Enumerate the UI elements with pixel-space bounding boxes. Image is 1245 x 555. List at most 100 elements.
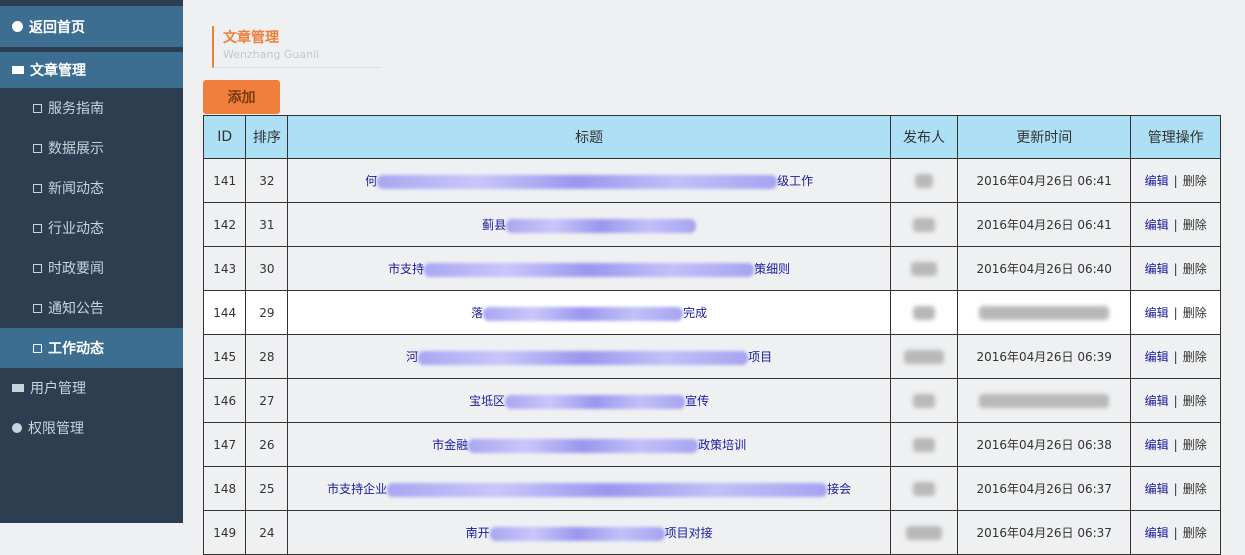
delete-link[interactable]: 删除 [1183, 174, 1207, 188]
main-content: 文章管理 Wenzhang Guanli 添加 ID 排序 标题 发布人 更新时… [183, 0, 1245, 555]
sidebar-item-label: 时政要闻 [48, 261, 104, 277]
article-title-link[interactable]: 市支持企业 接会 [327, 482, 852, 497]
sidebar-item-news[interactable]: 新闻动态 [0, 168, 183, 208]
cell-sort: 27 [245, 378, 289, 423]
cell-updated-text: 2016年04月26日 06:41 [976, 218, 1112, 232]
dashboard-icon [12, 21, 23, 32]
action-separator: | [1173, 218, 1178, 232]
title-end: 政策培训 [698, 438, 747, 452]
table-row: 145 28 河 项目 2016年04月26日 06:39 编辑 | 删除 [202, 334, 1221, 379]
cell-title: 何 级工作 [287, 158, 891, 203]
table-row: 144 29 落 完成 编辑 | 删除 [202, 290, 1221, 335]
square-bullet-icon [33, 143, 42, 153]
sidebar-item-politics[interactable]: 时政要闻 [0, 248, 183, 288]
action-separator: | [1173, 306, 1178, 320]
delete-link[interactable]: 删除 [1183, 482, 1207, 496]
redacted-time [979, 393, 1110, 408]
cell-publisher [889, 202, 959, 247]
edit-link[interactable]: 编辑 [1145, 394, 1169, 408]
redacted-title [424, 262, 755, 277]
title-end: 完成 [683, 306, 708, 320]
cell-sort: 30 [245, 246, 289, 291]
article-title-link[interactable]: 蓟县 [482, 218, 697, 233]
redacted-title [505, 394, 686, 409]
edit-link[interactable]: 编辑 [1145, 262, 1169, 276]
article-title-link[interactable]: 南开 项目对接 [466, 526, 713, 541]
edit-link[interactable]: 编辑 [1145, 174, 1169, 188]
article-title-link[interactable]: 河 项目 [406, 350, 772, 365]
table-row: 143 30 市支持 策细则 2016年04月26日 06:40 编辑 | 删除 [202, 246, 1221, 291]
delete-link[interactable]: 删除 [1183, 218, 1207, 232]
title-start: 落 [471, 306, 484, 320]
cell-updated-text: 2016年04月26日 06:37 [976, 482, 1112, 496]
cell-publisher [889, 246, 959, 291]
column-header-title: 标题 [287, 115, 891, 159]
sidebar-section-article[interactable]: 文章管理 [0, 52, 183, 88]
cell-id: 142 [202, 202, 247, 247]
cell-sort: 26 [245, 422, 289, 467]
add-button[interactable]: 添加 [203, 80, 280, 114]
article-title-link[interactable]: 落 完成 [471, 306, 708, 321]
action-separator: | [1173, 262, 1178, 276]
delete-link[interactable]: 删除 [1183, 394, 1207, 408]
edit-link[interactable]: 编辑 [1145, 526, 1169, 540]
action-separator: | [1173, 174, 1178, 188]
pie-chart-icon [12, 423, 22, 433]
cell-actions: 编辑 | 删除 [1130, 334, 1221, 379]
edit-link[interactable]: 编辑 [1145, 482, 1169, 496]
delete-link[interactable]: 删除 [1183, 306, 1207, 320]
sidebar-item-service-guide[interactable]: 服务指南 [0, 88, 183, 128]
title-start: 蓟县 [482, 218, 507, 232]
cell-id: 147 [202, 422, 247, 467]
cell-updated: 2016年04月26日 06:37 [957, 466, 1132, 511]
delete-link[interactable]: 删除 [1183, 438, 1207, 452]
sidebar-home-link[interactable]: 返回首页 [0, 6, 183, 47]
title-end: 项目对接 [664, 526, 713, 540]
title-end: 接会 [827, 482, 852, 496]
article-title-link[interactable]: 宝坻区 宣传 [469, 394, 709, 409]
cell-title: 南开 项目对接 [287, 510, 891, 555]
edit-link[interactable]: 编辑 [1145, 350, 1169, 364]
cell-title: 蓟县 [287, 202, 891, 247]
cell-title: 落 完成 [287, 290, 891, 335]
redacted-publisher [913, 217, 935, 232]
title-end: 策细则 [754, 262, 791, 276]
cell-updated-text: 2016年04月26日 06:37 [976, 526, 1112, 540]
sidebar-item-label: 新闻动态 [48, 181, 104, 197]
edit-link[interactable]: 编辑 [1145, 218, 1169, 232]
delete-link[interactable]: 删除 [1183, 526, 1207, 540]
sidebar-item-industry[interactable]: 行业动态 [0, 208, 183, 248]
sidebar-item-user-management[interactable]: 用户管理 [0, 368, 183, 408]
redacted-publisher [913, 481, 935, 496]
delete-link[interactable]: 删除 [1183, 350, 1207, 364]
sidebar-item-label: 行业动态 [48, 221, 104, 237]
article-title-link[interactable]: 市支持 策细则 [388, 262, 791, 277]
sidebar-item-data-display[interactable]: 数据展示 [0, 128, 183, 168]
cell-updated: 2016年04月26日 06:38 [957, 422, 1132, 467]
cell-id: 145 [202, 334, 247, 379]
redacted-publisher [904, 349, 944, 364]
cell-sort: 32 [245, 158, 289, 203]
delete-link[interactable]: 删除 [1183, 262, 1207, 276]
cell-updated: 2016年04月26日 06:41 [957, 158, 1132, 203]
title-start: 何 [365, 174, 378, 188]
cell-actions: 编辑 | 删除 [1130, 158, 1221, 203]
cell-publisher [889, 378, 959, 423]
title-start: 市金融 [432, 438, 469, 452]
table-row: 148 25 市支持企业 接会 2016年04月26日 06:37 编辑 | 删除 [202, 466, 1221, 511]
edit-link[interactable]: 编辑 [1145, 438, 1169, 452]
redacted-title [468, 438, 699, 453]
sidebar-item-work-news[interactable]: 工作动态 [0, 328, 183, 368]
cell-actions: 编辑 | 删除 [1130, 466, 1221, 511]
redacted-title [387, 482, 828, 497]
article-title-link[interactable]: 何 级工作 [365, 174, 813, 189]
sidebar-item-permission-management[interactable]: 权限管理 [0, 408, 183, 448]
square-bullet-icon [33, 303, 42, 313]
cell-id: 146 [202, 378, 247, 423]
square-bullet-icon [33, 343, 42, 353]
redacted-title [418, 350, 749, 365]
sidebar-item-notices[interactable]: 通知公告 [0, 288, 183, 328]
article-title-link[interactable]: 市金融 政策培训 [432, 438, 747, 453]
edit-link[interactable]: 编辑 [1145, 306, 1169, 320]
cell-id: 148 [202, 466, 247, 511]
